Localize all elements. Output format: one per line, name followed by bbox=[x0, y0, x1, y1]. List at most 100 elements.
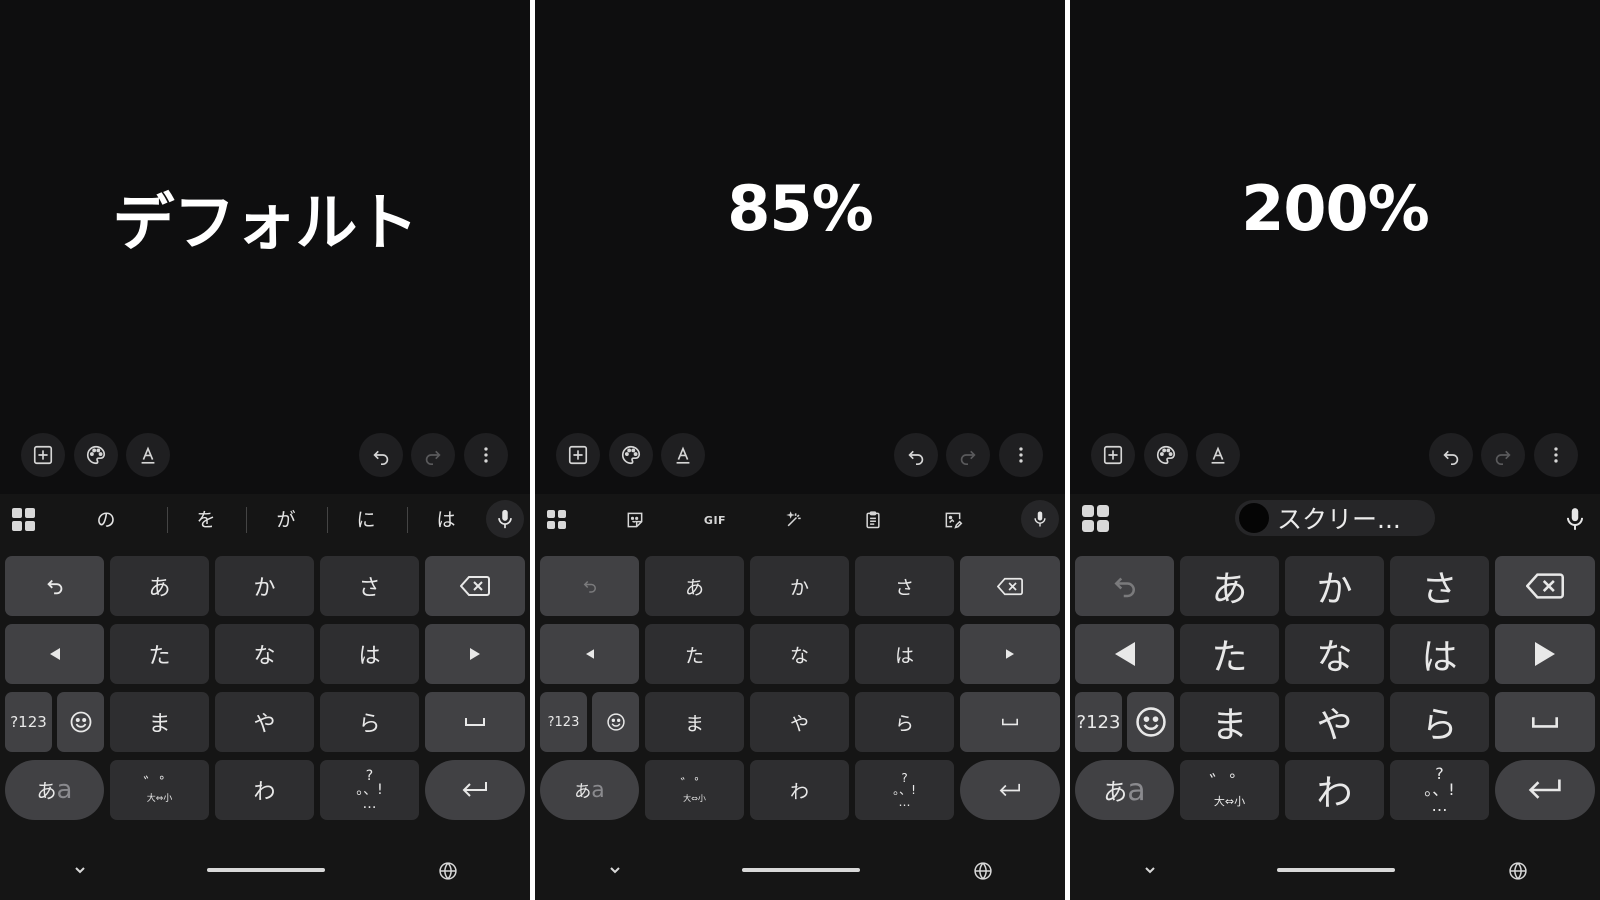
suggestion-item[interactable]: に bbox=[336, 506, 396, 534]
dakuten-key[interactable]: ゛゜ 大⇔小 bbox=[645, 760, 744, 820]
backspace-key[interactable] bbox=[960, 556, 1060, 616]
key-wa[interactable]: わ bbox=[1285, 760, 1384, 820]
key-a[interactable]: あ bbox=[645, 556, 744, 616]
globe-icon[interactable] bbox=[973, 861, 993, 881]
dakuten-key[interactable]: ゛゜ 大⇔小 bbox=[110, 760, 209, 820]
key-ha[interactable]: は bbox=[855, 624, 954, 684]
enter-key[interactable] bbox=[960, 760, 1060, 820]
key-sa[interactable]: さ bbox=[1390, 556, 1489, 616]
gif-button[interactable]: GIF bbox=[701, 506, 729, 534]
globe-icon[interactable] bbox=[1508, 861, 1528, 881]
key-a[interactable]: あ bbox=[110, 556, 209, 616]
key-ya[interactable]: や bbox=[750, 692, 849, 752]
symbols-key[interactable]: ?123 bbox=[540, 692, 587, 752]
screenshot-chip[interactable]: スクリー... bbox=[1235, 500, 1435, 536]
key-ya[interactable]: や bbox=[215, 692, 314, 752]
more-options-button[interactable] bbox=[464, 433, 508, 477]
cursor-left-key[interactable] bbox=[5, 624, 104, 684]
key-ma[interactable]: ま bbox=[645, 692, 744, 752]
key-ya[interactable]: や bbox=[1285, 692, 1384, 752]
key-na[interactable]: な bbox=[750, 624, 849, 684]
punctuation-key[interactable]: ?。、!… bbox=[855, 760, 954, 820]
add-button[interactable] bbox=[556, 433, 600, 477]
edit-image-button[interactable] bbox=[939, 506, 967, 534]
undo-key[interactable] bbox=[540, 556, 639, 616]
symbols-key[interactable]: ?123 bbox=[5, 692, 52, 752]
undo-button[interactable] bbox=[359, 433, 403, 477]
voice-input-button[interactable] bbox=[486, 500, 524, 538]
key-ha[interactable]: は bbox=[1390, 624, 1489, 684]
input-mode-key[interactable]: あa bbox=[5, 760, 104, 820]
cursor-left-key[interactable] bbox=[1075, 624, 1174, 684]
key-a[interactable]: あ bbox=[1180, 556, 1279, 616]
space-key[interactable] bbox=[960, 692, 1060, 752]
space-key[interactable] bbox=[1495, 692, 1595, 752]
apps-grid-icon[interactable] bbox=[547, 510, 567, 530]
key-na[interactable]: な bbox=[1285, 624, 1384, 684]
dakuten-key[interactable]: ゛゜ 大⇔小 bbox=[1180, 760, 1279, 820]
key-ka[interactable]: か bbox=[215, 556, 314, 616]
key-ta[interactable]: た bbox=[110, 624, 209, 684]
more-options-button[interactable] bbox=[999, 433, 1043, 477]
add-button[interactable] bbox=[1091, 433, 1135, 477]
voice-input-button[interactable] bbox=[1556, 500, 1594, 538]
key-ma[interactable]: ま bbox=[110, 692, 209, 752]
text-format-button[interactable] bbox=[1196, 433, 1240, 477]
cursor-right-key[interactable] bbox=[960, 624, 1060, 684]
add-button[interactable] bbox=[21, 433, 65, 477]
backspace-key[interactable] bbox=[425, 556, 525, 616]
emoji-key[interactable] bbox=[57, 692, 104, 752]
undo-key[interactable] bbox=[1075, 556, 1174, 616]
input-mode-key[interactable]: あa bbox=[1075, 760, 1174, 820]
key-ra[interactable]: ら bbox=[1390, 692, 1489, 752]
emoji-key[interactable] bbox=[1127, 692, 1174, 752]
emoji-key[interactable] bbox=[592, 692, 639, 752]
undo-button[interactable] bbox=[894, 433, 938, 477]
chevron-down-icon[interactable] bbox=[72, 862, 88, 878]
home-handle[interactable] bbox=[742, 868, 860, 872]
theme-button[interactable] bbox=[74, 433, 118, 477]
sticker-button[interactable] bbox=[621, 506, 649, 534]
redo-button[interactable] bbox=[1481, 433, 1525, 477]
space-key[interactable] bbox=[425, 692, 525, 752]
cursor-left-key[interactable] bbox=[540, 624, 639, 684]
home-handle[interactable] bbox=[1277, 868, 1395, 872]
key-ka[interactable]: か bbox=[750, 556, 849, 616]
enter-key[interactable] bbox=[425, 760, 525, 820]
text-format-button[interactable] bbox=[661, 433, 705, 477]
clipboard-button[interactable] bbox=[859, 506, 887, 534]
chevron-down-icon[interactable] bbox=[607, 862, 623, 878]
more-options-button[interactable] bbox=[1534, 433, 1578, 477]
backspace-key[interactable] bbox=[1495, 556, 1595, 616]
symbols-key[interactable]: ?123 bbox=[1075, 692, 1122, 752]
key-ra[interactable]: ら bbox=[855, 692, 954, 752]
key-ta[interactable]: た bbox=[1180, 624, 1279, 684]
suggestion-item[interactable]: が bbox=[256, 506, 316, 534]
input-mode-key[interactable]: あa bbox=[540, 760, 639, 820]
voice-input-button[interactable] bbox=[1021, 500, 1059, 538]
undo-key[interactable] bbox=[5, 556, 104, 616]
cursor-right-key[interactable] bbox=[1495, 624, 1595, 684]
text-format-button[interactable] bbox=[126, 433, 170, 477]
magic-button[interactable] bbox=[780, 506, 808, 534]
key-ka[interactable]: か bbox=[1285, 556, 1384, 616]
key-sa[interactable]: さ bbox=[320, 556, 419, 616]
key-na[interactable]: な bbox=[215, 624, 314, 684]
apps-grid-icon[interactable] bbox=[12, 508, 36, 532]
redo-button[interactable] bbox=[946, 433, 990, 477]
apps-grid-icon[interactable] bbox=[1082, 505, 1110, 533]
suggestion-item[interactable]: を bbox=[176, 506, 236, 534]
key-wa[interactable]: わ bbox=[215, 760, 314, 820]
suggestion-item[interactable]: の bbox=[76, 506, 136, 534]
enter-key[interactable] bbox=[1495, 760, 1595, 820]
home-handle[interactable] bbox=[207, 868, 325, 872]
key-ha[interactable]: は bbox=[320, 624, 419, 684]
suggestion-item[interactable]: は bbox=[416, 506, 476, 534]
theme-button[interactable] bbox=[1144, 433, 1188, 477]
theme-button[interactable] bbox=[609, 433, 653, 477]
cursor-right-key[interactable] bbox=[425, 624, 525, 684]
redo-button[interactable] bbox=[411, 433, 455, 477]
globe-icon[interactable] bbox=[438, 861, 458, 881]
punctuation-key[interactable]: ?。、!… bbox=[1390, 760, 1489, 820]
punctuation-key[interactable]: ?。、!… bbox=[320, 760, 419, 820]
